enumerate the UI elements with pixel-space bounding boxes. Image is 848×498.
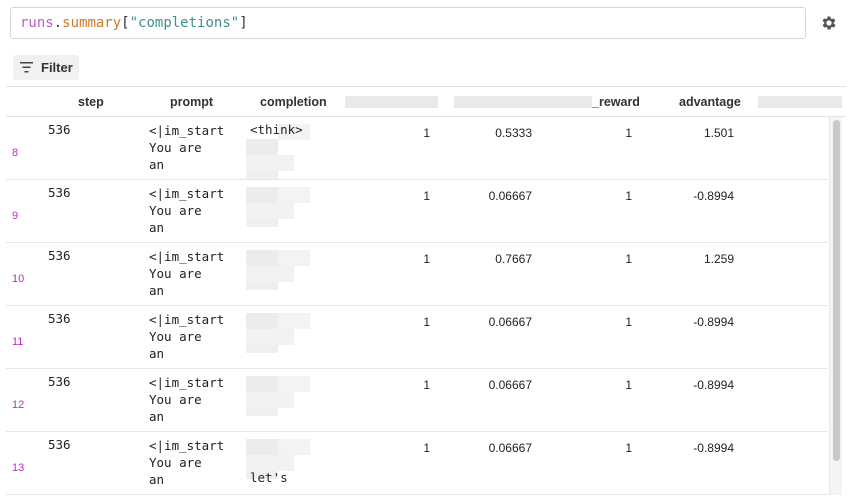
row-index: 10 xyxy=(12,273,25,285)
col5-value: 0.06667 xyxy=(488,189,532,203)
header-completion[interactable]: completion xyxy=(260,95,327,109)
table-row[interactable]: 9 536 <|im_start You are an 1 0.06667 1 -0.899… xyxy=(6,180,828,243)
col4-value: 1 xyxy=(423,126,430,140)
header-prompt[interactable]: prompt xyxy=(170,95,213,109)
completion-text: <think> xyxy=(250,122,303,137)
col4-value: 1 xyxy=(423,315,430,329)
query-summary-token: summary xyxy=(62,15,122,31)
prompt-cell: <|im_start You are an xyxy=(149,438,225,487)
header-step[interactable]: step xyxy=(78,95,104,109)
query-runs-token: runs xyxy=(20,15,54,31)
step-cell: 536 xyxy=(48,311,71,326)
row-index: 8 xyxy=(12,147,19,159)
header-redacted-3 xyxy=(758,96,842,108)
step-cell: 536 xyxy=(48,437,71,452)
header-redacted-1 xyxy=(345,96,438,108)
filter-lines-icon xyxy=(20,62,33,73)
completion-cell: let's xyxy=(246,435,340,491)
prompt-cell: <|im_start You are an xyxy=(149,375,225,424)
step-cell: 536 xyxy=(48,374,71,389)
header-advantage[interactable]: advantage xyxy=(679,95,741,109)
row-index: 9 xyxy=(12,210,19,222)
gear-icon[interactable] xyxy=(820,14,838,32)
table-row[interactable]: 12 536 <|im_start You are an 1 0.06667 1 -0.89… xyxy=(6,369,828,432)
col5-value: 0.06667 xyxy=(488,441,532,455)
step-cell: 536 xyxy=(48,122,71,137)
advantage-value: -0.8994 xyxy=(693,378,734,392)
reward-value: 1 xyxy=(625,126,632,140)
reward-value: 1 xyxy=(625,189,632,203)
col4-value: 1 xyxy=(423,441,430,455)
query-close-bracket: ] xyxy=(239,15,248,31)
query-dot-token: . xyxy=(53,15,63,31)
row-index: 12 xyxy=(12,399,25,411)
query-key-string: "completions" xyxy=(129,15,240,31)
prompt-fade xyxy=(149,427,226,431)
prompt-cell: <|im_start You are an xyxy=(149,312,225,361)
prompt-cell: <|im_start You are an xyxy=(149,249,225,298)
col4-value: 1 xyxy=(423,189,430,203)
reward-value: 1 xyxy=(625,252,632,266)
scrollbar-thumb[interactable] xyxy=(833,120,840,461)
completion-cell xyxy=(246,309,340,365)
advantage-value: 1.259 xyxy=(703,252,734,266)
table-header: step prompt completion _reward advantage xyxy=(6,86,846,117)
col5-value: 0.06667 xyxy=(488,315,532,329)
table-row[interactable]: 13 536 <|im_start You are an let's 1 0.06667 1… xyxy=(6,432,828,495)
prompt-cell: <|im_start You are an xyxy=(149,123,225,172)
table-row[interactable]: 11 536 <|im_start You are an 1 0.06667 1 -0.89… xyxy=(6,306,828,369)
step-cell: 536 xyxy=(48,185,71,200)
prompt-fade xyxy=(149,238,226,242)
reward-value: 1 xyxy=(625,315,632,329)
prompt-fade xyxy=(149,175,226,179)
runs-table: step prompt completion _reward advantage… xyxy=(6,86,846,498)
col5-value: 0.7667 xyxy=(495,252,532,266)
row-index: 13 xyxy=(12,462,25,474)
completion-cell xyxy=(246,183,340,239)
completion-cell: <think> xyxy=(246,120,340,179)
step-cell: 536 xyxy=(48,248,71,263)
header-redacted-2 xyxy=(454,96,592,108)
filter-button[interactable]: Filter xyxy=(13,55,79,80)
col4-value: 1 xyxy=(423,378,430,392)
completion-cell xyxy=(246,246,340,302)
reward-value: 1 xyxy=(625,378,632,392)
completion-text: let's xyxy=(250,470,288,485)
prompt-cell: <|im_start You are an xyxy=(149,186,225,235)
prompt-fade xyxy=(149,364,226,368)
query-open-bracket: [ xyxy=(121,15,130,31)
table-row[interactable]: 8 536 <|im_start You are an <think> 1 0.5333 1… xyxy=(6,117,828,180)
advantage-value: -0.8994 xyxy=(693,189,734,203)
completion-cell xyxy=(246,372,340,428)
reward-value: 1 xyxy=(625,441,632,455)
row-index: 11 xyxy=(12,336,24,348)
col5-value: 0.06667 xyxy=(488,378,532,392)
col5-value: 0.5333 xyxy=(495,126,532,140)
header-reward[interactable]: _reward xyxy=(592,95,640,109)
advantage-value: 1.501 xyxy=(703,126,734,140)
col4-value: 1 xyxy=(423,252,430,266)
prompt-fade xyxy=(149,490,226,494)
query-input[interactable]: runs.summary["completions"] xyxy=(10,7,806,39)
advantage-value: -0.8994 xyxy=(693,315,734,329)
advantage-value: -0.8994 xyxy=(693,441,734,455)
filter-label: Filter xyxy=(41,60,73,75)
prompt-fade xyxy=(149,301,226,305)
table-row[interactable]: 10 536 <|im_start You are an 1 0.7667 1 1.259 xyxy=(6,243,828,306)
